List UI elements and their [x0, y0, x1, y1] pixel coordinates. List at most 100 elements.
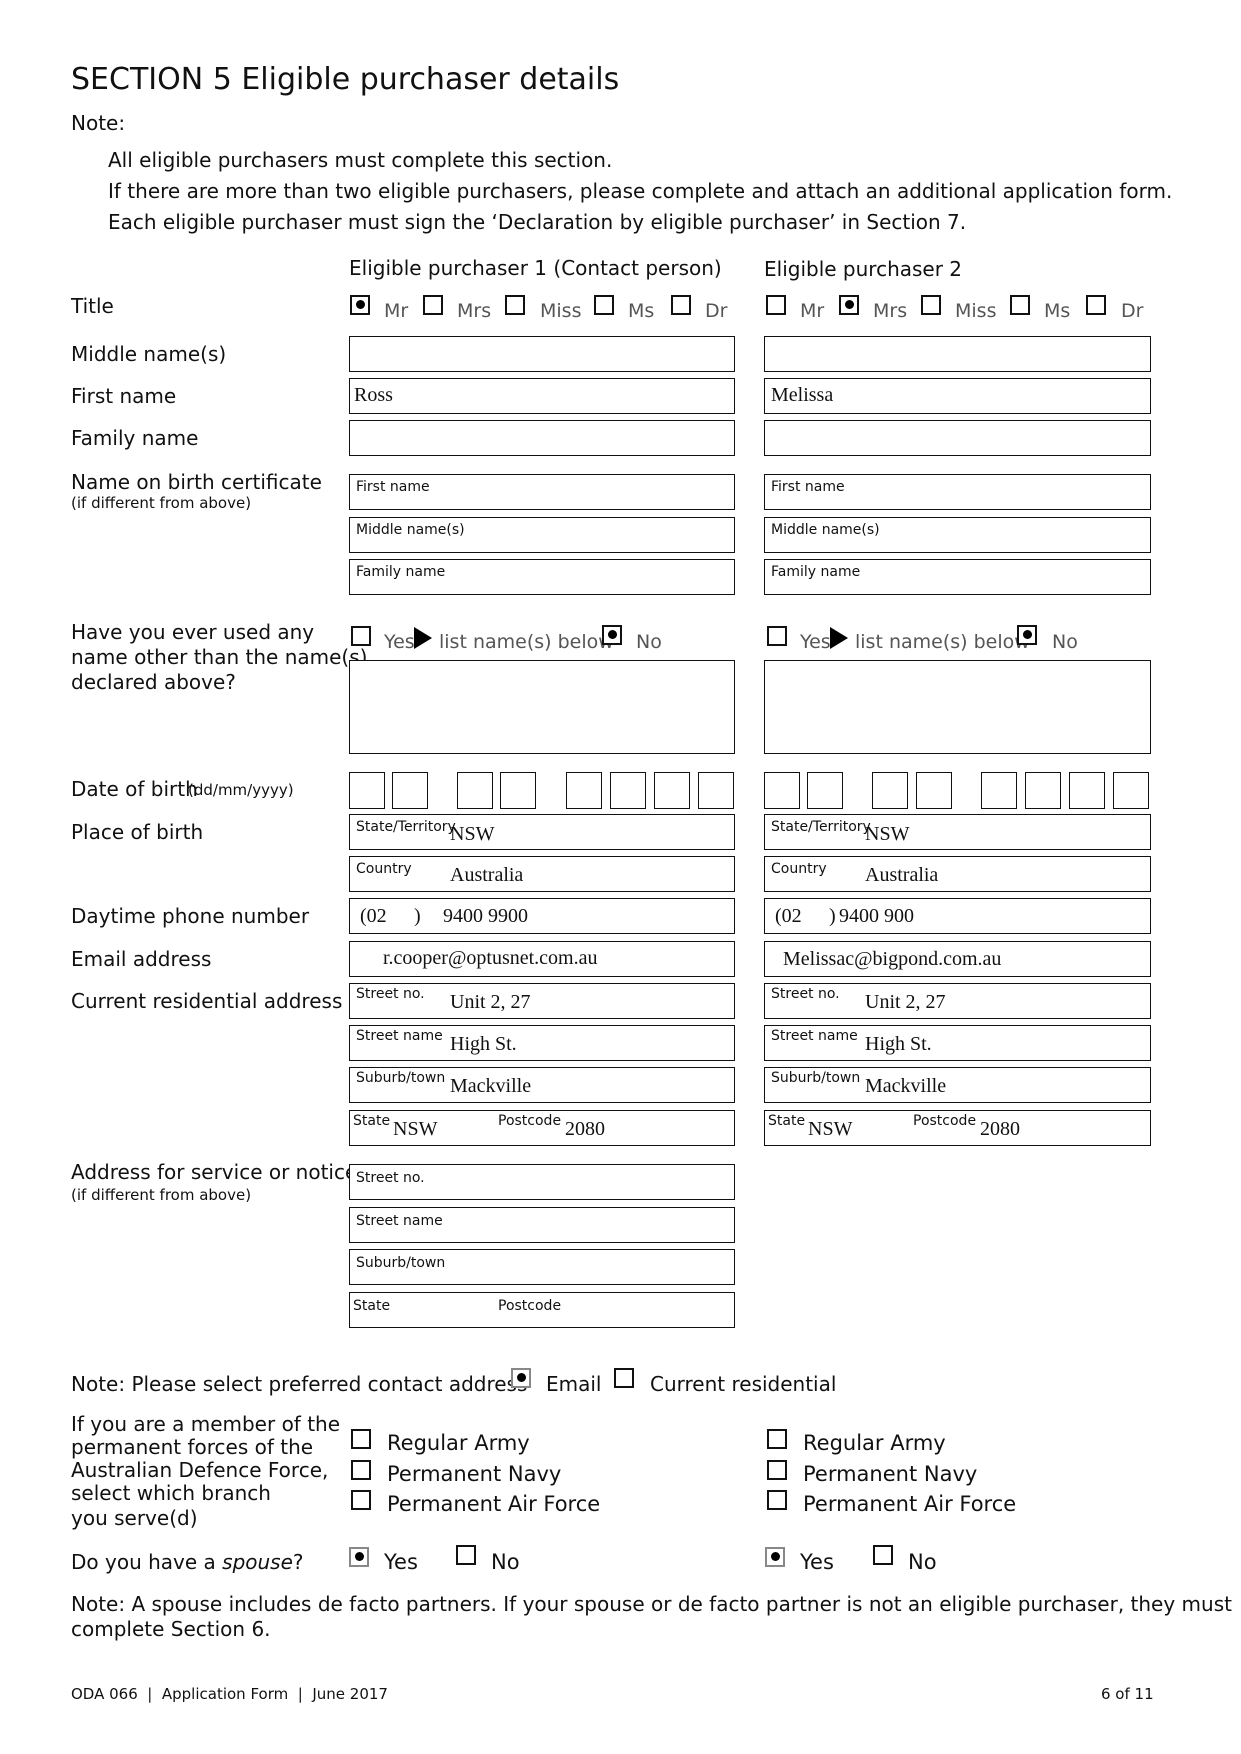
p2-dob-m2[interactable]: [916, 772, 952, 809]
contact-residential-checkbox[interactable]: [614, 1368, 634, 1388]
p2-title-dr-checkbox[interactable]: [1086, 295, 1106, 315]
p1-dob-d2[interactable]: [392, 772, 428, 809]
label-first-name: First name: [71, 384, 177, 408]
p2-street-name-input[interactable]: Street name High St.: [764, 1025, 1151, 1061]
contact-email-checkbox[interactable]: [511, 1368, 531, 1388]
p1-pob-state-input[interactable]: State/Territory NSW: [349, 814, 735, 850]
p1-dob-m2[interactable]: [500, 772, 536, 809]
p1-dob-y3[interactable]: [654, 772, 690, 809]
p2-suburb-input[interactable]: Suburb/town Mackville: [764, 1067, 1151, 1103]
service-street-no-input[interactable]: Street no.: [349, 1164, 735, 1200]
p2-title-mrs-checkbox[interactable]: [839, 295, 859, 315]
p1-title-miss-checkbox[interactable]: [505, 295, 525, 315]
p2-title-mr-checkbox[interactable]: [766, 295, 786, 315]
p2-title-dr-label: Dr: [1121, 300, 1144, 322]
p2-title-mr-label: Mr: [800, 300, 825, 322]
footer-doc-info: ODA 066 | Application Form | June 2017: [71, 1685, 388, 1703]
p2-adf-airforce-label: Permanent Air Force: [803, 1492, 1017, 1516]
p1-title-mrs-label: Mrs: [457, 300, 492, 322]
p2-pob-country-input[interactable]: Country Australia: [764, 856, 1151, 892]
p1-family-name-input[interactable]: [349, 420, 735, 456]
p1-state-postcode-input[interactable]: State NSW Postcode 2080: [349, 1110, 735, 1146]
p2-other-names-yes-checkbox[interactable]: [767, 626, 787, 646]
p1-title-dr-checkbox[interactable]: [671, 295, 691, 315]
p2-dob-y1[interactable]: [981, 772, 1017, 809]
p2-adf-navy-checkbox[interactable]: [767, 1460, 787, 1480]
section-title: SECTION 5 Eligible purchaser details: [71, 62, 620, 97]
p2-adf-navy-label: Permanent Navy: [803, 1462, 978, 1486]
p1-dob-y2[interactable]: [610, 772, 646, 809]
p2-dob-d2[interactable]: [807, 772, 843, 809]
p1-bc-middle-names-input[interactable]: Middle name(s): [349, 517, 735, 553]
p2-dob-d1[interactable]: [764, 772, 800, 809]
p1-street-name-input[interactable]: Street name High St.: [349, 1025, 735, 1061]
p1-dob-d1[interactable]: [349, 772, 385, 809]
p2-spouse-no-checkbox[interactable]: [873, 1545, 893, 1565]
label-adf-1: If you are a member of the: [71, 1412, 341, 1436]
p1-adf-navy-checkbox[interactable]: [351, 1460, 371, 1480]
p1-street-no-input[interactable]: Street no. Unit 2, 27: [349, 983, 735, 1019]
service-street-name-input[interactable]: Street name: [349, 1207, 735, 1243]
p2-title-miss-checkbox[interactable]: [921, 295, 941, 315]
p2-first-name-input[interactable]: Melissa: [764, 378, 1151, 414]
p1-title-ms-checkbox[interactable]: [594, 295, 614, 315]
p2-dob-y3[interactable]: [1069, 772, 1105, 809]
p2-bc-first-name-input[interactable]: First name: [764, 474, 1151, 510]
p1-title-mr-checkbox[interactable]: [350, 295, 370, 315]
p2-bc-middle-names-input[interactable]: Middle name(s): [764, 517, 1151, 553]
p2-title-ms-checkbox[interactable]: [1010, 295, 1030, 315]
p1-other-names-yes-checkbox[interactable]: [351, 626, 371, 646]
p2-dob-y4[interactable]: [1113, 772, 1149, 809]
p2-family-name-input[interactable]: [764, 420, 1151, 456]
p1-spouse-no-checkbox[interactable]: [456, 1545, 476, 1565]
p2-adf-army-checkbox[interactable]: [767, 1429, 787, 1449]
p1-other-names-textarea[interactable]: [349, 660, 735, 754]
p2-other-names-textarea[interactable]: [764, 660, 1151, 754]
p1-adf-airforce-checkbox[interactable]: [351, 1490, 371, 1510]
service-state-postcode-input[interactable]: State Postcode: [349, 1292, 735, 1328]
p1-other-names-no-checkbox[interactable]: [602, 625, 622, 645]
p1-email-input[interactable]: r.cooper@optusnet.com.au: [349, 941, 735, 977]
p1-pob-country-input[interactable]: Country Australia: [349, 856, 735, 892]
p1-dob-y4[interactable]: [698, 772, 734, 809]
p1-suburb-input[interactable]: Suburb/town Mackville: [349, 1067, 735, 1103]
p1-dob-y1[interactable]: [566, 772, 602, 809]
p2-street-no-input[interactable]: Street no. Unit 2, 27: [764, 983, 1151, 1019]
p2-other-names-list-label: list name(s) below: [855, 631, 1030, 653]
p2-adf-airforce-checkbox[interactable]: [767, 1490, 787, 1510]
p2-other-names-no-checkbox[interactable]: [1017, 625, 1037, 645]
p1-phone-input[interactable]: (02) 9400 9900: [349, 898, 735, 934]
note-line-2: If there are more than two eligible purc…: [108, 179, 1173, 203]
p1-adf-navy-label: Permanent Navy: [387, 1462, 562, 1486]
p1-title-miss-label: Miss: [540, 300, 582, 322]
p1-dob-m1[interactable]: [457, 772, 493, 809]
p2-email-input[interactable]: Melissac@bigpond.com.au: [764, 941, 1151, 977]
p1-adf-airforce-label: Permanent Air Force: [387, 1492, 601, 1516]
p1-bc-first-name-input[interactable]: First name: [349, 474, 735, 510]
p2-phone-input[interactable]: (02) 9400 900: [764, 898, 1151, 934]
p2-state-postcode-input[interactable]: State NSW Postcode 2080: [764, 1110, 1151, 1146]
p1-adf-army-checkbox[interactable]: [351, 1429, 371, 1449]
label-middle-names: Middle name(s): [71, 342, 227, 366]
contact-email-label: Email: [546, 1372, 602, 1396]
p1-middle-names-input[interactable]: [349, 336, 735, 372]
p2-dob-y2[interactable]: [1025, 772, 1061, 809]
p2-dob-m1[interactable]: [872, 772, 908, 809]
purchaser-2-heading: Eligible purchaser 2: [764, 257, 963, 281]
p2-bc-family-name-input[interactable]: Family name: [764, 559, 1151, 595]
label-place-of-birth: Place of birth: [71, 820, 204, 844]
p1-bc-family-name-input[interactable]: Family name: [349, 559, 735, 595]
p1-adf-army-label: Regular Army: [387, 1431, 530, 1455]
p2-middle-names-input[interactable]: [764, 336, 1151, 372]
p1-title-mrs-checkbox[interactable]: [423, 295, 443, 315]
p1-spouse-yes-label: Yes: [384, 1550, 418, 1574]
footer-page-number: 6 of 11: [1101, 1685, 1154, 1703]
p1-first-name-input[interactable]: Ross: [349, 378, 735, 414]
p2-spouse-yes-checkbox[interactable]: [765, 1547, 785, 1567]
p1-spouse-yes-checkbox[interactable]: [349, 1547, 369, 1567]
purchaser-1-heading: Eligible purchaser 1 (Contact person): [349, 256, 722, 280]
contact-note-text: Note: Please select preferred contact ad…: [71, 1372, 528, 1396]
p2-pob-state-input[interactable]: State/Territory NSW: [764, 814, 1151, 850]
label-birth-certificate-sub: (if different from above): [71, 494, 252, 512]
service-suburb-input[interactable]: Suburb/town: [349, 1249, 735, 1285]
